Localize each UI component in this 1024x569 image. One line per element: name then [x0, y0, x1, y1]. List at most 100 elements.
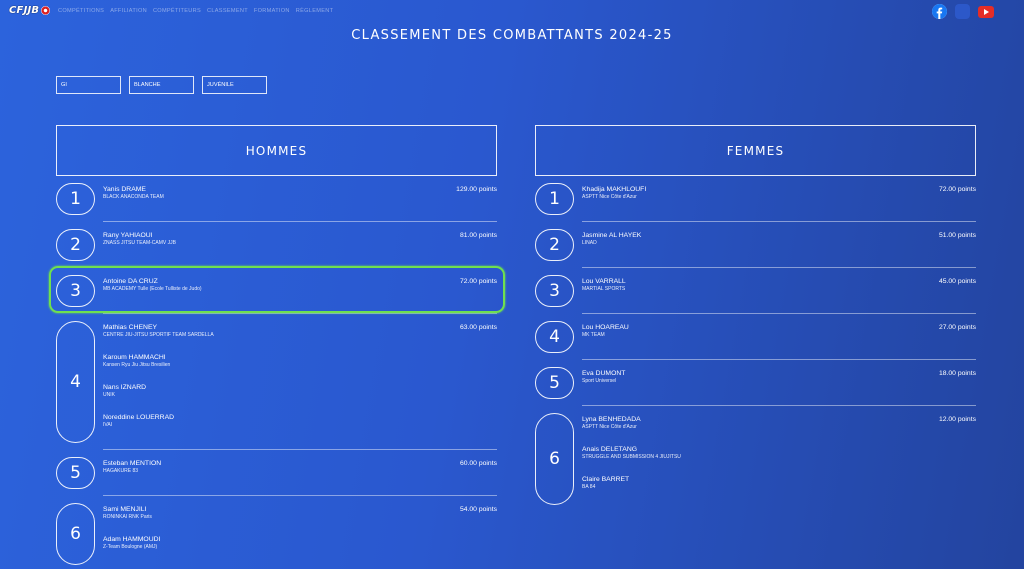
men-column-header: HOMMES — [56, 125, 497, 176]
nav-item-competiteurs[interactable]: COMPÉTITEURS — [153, 8, 201, 14]
rank-badge: 4 — [56, 321, 95, 443]
athlete-club: UNIK — [103, 392, 115, 398]
athlete-name[interactable]: Lou VARRALL — [582, 278, 626, 286]
athlete-club: Sport Universel — [582, 378, 617, 384]
athlete-club: RONINKAI RNK Paris — [103, 514, 152, 520]
athlete-entry: Khadija MAKHLOUFI ASPTT Nice Côte d'Azur — [582, 186, 646, 201]
rank-points: 27.00 points — [938, 324, 976, 331]
top-navigation: CFJJB COMPÉTITIONS AFFILIATION COMPÉTITE… — [0, 0, 1024, 24]
athlete-name[interactable]: Esteban MENTION — [103, 460, 161, 468]
athlete-name[interactable]: Adam HAMMOUDI — [103, 536, 160, 544]
rank-badge: 3 — [535, 275, 574, 307]
rank-badge: 5 — [535, 367, 574, 399]
rank-badge: 6 — [56, 503, 95, 565]
women-ranking-column: FEMMES 1 72.00 points Khadija MAKHLOUFI ASP… — [535, 125, 976, 512]
athlete-name[interactable]: Eva DUMONT — [582, 370, 625, 378]
athlete-name[interactable]: Khadija MAKHLOUFI — [582, 186, 646, 194]
nav-item-formation[interactable]: FORMATION — [254, 8, 290, 14]
ranking-row: 5 18.00 points Eva DUMONT Sport Universel — [535, 360, 976, 406]
rank-points: 129.00 points — [456, 186, 497, 193]
athlete-entry: Lou HOAREAU MK TEAM — [582, 324, 629, 339]
rank-points: 72.00 points — [938, 186, 976, 193]
athlete-name[interactable]: Nans IZNARD — [103, 384, 146, 392]
athlete-entry: Noreddine LOUERRAD IVAI — [103, 414, 174, 429]
athlete-name[interactable]: Mathias CHENEY — [103, 324, 214, 332]
athlete-club: STRUGGLE AND SUBMISSION 4 JIUJITSU — [582, 454, 681, 460]
page-title: CLASSEMENT DES COMBATTANTS 2024-25 — [351, 28, 673, 43]
athlete-name[interactable]: Lyna BENHEDADA — [582, 416, 641, 424]
athlete-club: ASPTT Nice Côte d'Azur — [582, 424, 637, 430]
athlete-name[interactable]: Rany YAHIAOUI — [103, 232, 176, 240]
athlete-name[interactable]: Karoum HAMMACHI — [103, 354, 170, 362]
logo-text: CFJJB — [9, 4, 40, 16]
athlete-club: MK TEAM — [582, 332, 605, 338]
rank-badge: 4 — [535, 321, 574, 353]
athlete-entry: Lou VARRALL MARTIAL SPORTS — [582, 278, 626, 293]
tiktok-icon[interactable] — [1002, 5, 1014, 19]
rank-badge: 1 — [56, 183, 95, 215]
athlete-entry: Lyna BENHEDADA ASPTT Nice Côte d'Azur — [582, 416, 641, 431]
instagram-icon[interactable] — [955, 4, 970, 19]
women-column-title: FEMMES — [726, 143, 785, 158]
rank-points: 63.00 points — [459, 324, 497, 331]
rank-points: 54.00 points — [459, 506, 497, 513]
athlete-entry: Anais DELETANG STRUGGLE AND SUBMISSION 4 … — [582, 446, 681, 461]
ranking-row: 3 45.00 points Lou VARRALL MARTIAL SPORTS — [535, 268, 976, 314]
ranking-row: 1 129.00 points Yanis DRAME BLACK ANACONDA … — [56, 176, 497, 222]
athlete-club: ASPTT Nice Côte d'Azur — [582, 194, 637, 200]
rank-badge: 6 — [535, 413, 574, 505]
filter-age-category[interactable]: JUVÉNILE — [202, 76, 267, 94]
athlete-name[interactable]: Lou HOAREAU — [582, 324, 629, 332]
athlete-entry: Yanis DRAME BLACK ANACONDA TEAM — [103, 186, 164, 201]
athlete-club: BA 84 — [582, 484, 596, 490]
filter-belt[interactable]: BLANCHE — [129, 76, 194, 94]
athlete-entry: Eva DUMONT Sport Universel — [582, 370, 625, 385]
athlete-name[interactable]: Claire BARRET — [582, 476, 629, 484]
athlete-club: Kansen Ryu Jiu Jitsu Bresilien — [103, 362, 171, 368]
nav-item-competitions[interactable]: COMPÉTITIONS — [58, 8, 104, 14]
athlete-entry: Claire BARRET BA 84 — [582, 476, 629, 491]
main-nav: COMPÉTITIONS AFFILIATION COMPÉTITEURS CL… — [58, 8, 333, 14]
facebook-icon[interactable] — [932, 4, 947, 19]
athlete-name[interactable]: Yanis DRAME — [103, 186, 164, 194]
ranking-row: 6 12.00 points Lyna BENHEDADA ASPTT Nice Cô… — [535, 406, 976, 512]
athlete-entry: Karoum HAMMACHI Kansen Ryu Jiu Jitsu Bres… — [103, 354, 170, 369]
ranking-row: 2 81.00 points Rany YAHIAOUI ZNASS JITSU TE… — [56, 222, 497, 268]
athlete-club: IVAI — [103, 422, 113, 428]
athlete-club: ZNASS JITSU TEAM-CAMV JJB — [103, 240, 176, 246]
athlete-name[interactable]: Noreddine LOUERRAD — [103, 414, 174, 422]
athlete-entry: Jasmine AL HAYEK LINAD — [582, 232, 641, 247]
ranking-row: 2 51.00 points Jasmine AL HAYEK LINAD — [535, 222, 976, 268]
filter-kimono[interactable]: GI — [56, 76, 121, 94]
rank-badge: 2 — [535, 229, 574, 261]
nav-item-affiliation[interactable]: AFFILIATION — [110, 8, 147, 14]
women-column-header: FEMMES — [535, 125, 976, 176]
nav-item-classement[interactable]: CLASSEMENT — [207, 8, 248, 14]
athlete-entry: Rany YAHIAOUI ZNASS JITSU TEAM-CAMV JJB — [103, 232, 176, 247]
rank-points: 51.00 points — [938, 232, 976, 239]
athlete-name[interactable]: Anais DELETANG — [582, 446, 681, 454]
athlete-club: MARTIAL SPORTS — [582, 286, 626, 292]
women-ranking-list: 1 72.00 points Khadija MAKHLOUFI ASPTT Nice… — [535, 176, 976, 512]
rank-badge: 5 — [56, 457, 95, 489]
rank-points: 18.00 points — [938, 370, 976, 377]
men-ranking-list: 1 129.00 points Yanis DRAME BLACK ANACONDA … — [56, 176, 497, 569]
youtube-icon[interactable] — [978, 5, 994, 18]
athlete-name[interactable]: Jasmine AL HAYEK — [582, 232, 641, 240]
rank-points: 45.00 points — [938, 278, 976, 285]
ranking-row: 1 72.00 points Khadija MAKHLOUFI ASPTT Nice… — [535, 176, 976, 222]
athlete-club: BLACK ANACONDA TEAM — [103, 194, 164, 200]
rank-points: 12.00 points — [938, 416, 976, 423]
men-column-title: HOMMES — [245, 143, 308, 158]
athlete-entry: Esteban MENTION HAGAKURE 83 — [103, 460, 161, 475]
athlete-club: LINAD — [582, 240, 597, 246]
rank-badge: 2 — [56, 229, 95, 261]
men-ranking-column: HOMMES 1 129.00 points Yanis DRAME BLACK AN… — [56, 125, 497, 569]
ranking-row: 6 54.00 points Sami MENJILI RONINKAI RNK Pa… — [56, 496, 497, 569]
rank-badge: 1 — [535, 183, 574, 215]
athlete-name[interactable]: Sami MENJILI — [103, 506, 152, 514]
nav-item-reglement[interactable]: RÈGLEMENT — [296, 8, 334, 14]
athlete-entry: Nans IZNARD UNIK — [103, 384, 146, 399]
site-logo[interactable]: CFJJB — [9, 2, 51, 18]
ranking-row: 4 63.00 points Mathias CHENEY CENTRE JIU-JI… — [56, 314, 497, 450]
